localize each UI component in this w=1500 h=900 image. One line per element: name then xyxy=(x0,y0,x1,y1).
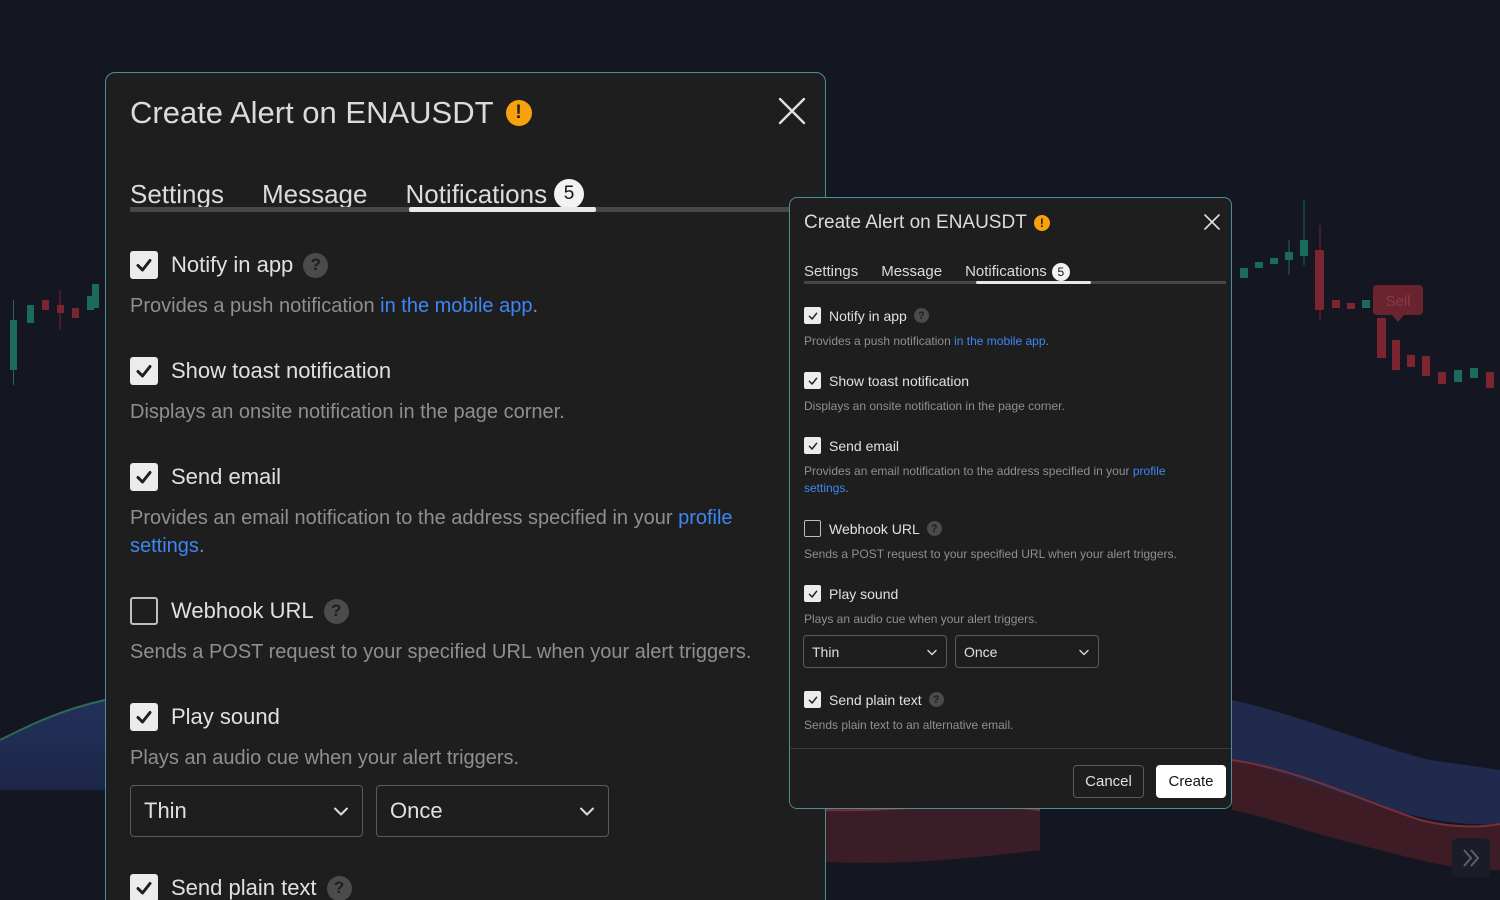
candles-left xyxy=(10,284,99,385)
create-button[interactable]: Create xyxy=(1156,765,1226,798)
notifications-count-badge: 5 xyxy=(554,179,585,209)
sound-type-select[interactable]: Thin xyxy=(130,785,363,837)
cancel-button[interactable]: Cancel xyxy=(1073,765,1144,798)
toast-checkbox[interactable] xyxy=(130,357,158,385)
create-alert-dialog-zoomed: Create Alert on ENAUSDT ! Settings Messa… xyxy=(105,72,826,900)
close-icon[interactable] xyxy=(776,95,808,127)
oscillator-area-left xyxy=(0,700,105,790)
dialog-title-text: Create Alert on ENAUSDT xyxy=(804,212,1027,233)
option-notify-in-app: Notify in app ? Provides a push notifica… xyxy=(804,307,1217,350)
toast-description: Displays an onsite notification in the p… xyxy=(130,401,565,423)
webhook-description: Sends a POST request to your specified U… xyxy=(130,641,752,663)
option-plain-text: Send plain text ? Sends plain text to an… xyxy=(804,691,1217,734)
plain-text-description: Sends plain text to an alternative email… xyxy=(804,718,1014,732)
mobile-app-link[interactable]: in the mobile app xyxy=(380,295,532,317)
candles-right xyxy=(1240,200,1494,388)
help-icon[interactable]: ? xyxy=(928,692,944,707)
chevron-down-icon xyxy=(334,807,348,816)
notify-in-app-description: Provides a push notification in the mobi… xyxy=(130,295,539,317)
help-icon[interactable]: ? xyxy=(926,521,942,536)
chevron-down-icon xyxy=(927,649,937,655)
notify-in-app-checkbox[interactable] xyxy=(804,307,821,324)
option-toast: Show toast notification Displays an onsi… xyxy=(130,357,825,426)
email-label[interactable]: Send email xyxy=(829,438,899,454)
toast-label[interactable]: Show toast notification xyxy=(829,373,969,389)
dialog-footer: Cancel Create xyxy=(790,748,1231,808)
warning-icon[interactable]: ! xyxy=(505,100,532,126)
plain-text-checkbox[interactable] xyxy=(804,691,821,708)
help-icon[interactable]: ? xyxy=(323,598,349,624)
notify-in-app-description: Provides a push notification in the mobi… xyxy=(804,334,1049,348)
sound-repeat-select[interactable]: Once xyxy=(955,635,1099,668)
help-icon[interactable]: ? xyxy=(913,308,929,323)
email-label[interactable]: Send email xyxy=(171,464,281,490)
dialog-title-text: Create Alert on ENAUSDT xyxy=(130,95,494,130)
webhook-label[interactable]: Webhook URL xyxy=(171,598,314,624)
plain-text-label[interactable]: Send plain text xyxy=(829,692,922,708)
sound-repeat-select[interactable]: Once xyxy=(376,785,609,837)
webhook-description: Sends a POST request to your specified U… xyxy=(804,547,1177,561)
option-email: Send email Provides an email notificatio… xyxy=(804,437,1207,497)
webhook-label[interactable]: Webhook URL xyxy=(829,521,920,537)
toast-checkbox[interactable] xyxy=(804,372,821,389)
dialog-title: Create Alert on ENAUSDT ! xyxy=(130,95,532,131)
sound-label[interactable]: Play sound xyxy=(829,586,898,602)
sound-description: Plays an audio cue when your alert trigg… xyxy=(130,747,520,769)
tab-bar: Settings Message Notifications 5 xyxy=(130,163,825,215)
dialog-title: Create Alert on ENAUSDT ! xyxy=(804,212,1050,234)
warning-icon[interactable]: ! xyxy=(1033,215,1050,231)
chevron-down-icon xyxy=(1079,649,1089,655)
option-sound: Play sound Plays an audio cue when your … xyxy=(130,703,825,772)
tab-bar: Settings Message Notifications 5 xyxy=(804,251,1226,285)
help-icon[interactable]: ? xyxy=(326,875,352,900)
scroll-right-icon[interactable] xyxy=(1452,838,1490,878)
active-tab-indicator xyxy=(976,281,1091,284)
chevron-down-icon xyxy=(580,807,594,816)
sound-type-select[interactable]: Thin xyxy=(803,635,947,668)
sound-label[interactable]: Play sound xyxy=(171,704,280,730)
toast-description: Displays an onsite notification in the p… xyxy=(804,399,1065,413)
active-tab-indicator xyxy=(409,207,596,212)
webhook-checkbox[interactable] xyxy=(804,520,821,537)
notify-in-app-label[interactable]: Notify in app xyxy=(829,308,907,324)
option-webhook: Webhook URL ? Sends a POST request to yo… xyxy=(130,597,825,666)
plain-text-label[interactable]: Send plain text xyxy=(171,875,317,900)
create-alert-dialog: Create Alert on ENAUSDT ! Settings Messa… xyxy=(789,197,1232,809)
plain-text-checkbox[interactable] xyxy=(130,874,158,900)
option-email: Send email Provides an email notificatio… xyxy=(130,463,785,560)
sell-marker: Sell xyxy=(1373,285,1423,322)
sell-marker-label: Sell xyxy=(1385,293,1410,310)
email-checkbox[interactable] xyxy=(130,463,158,491)
sound-checkbox[interactable] xyxy=(130,703,158,731)
email-description: Provides an email notification to the ad… xyxy=(130,507,733,557)
oscillator-area-right xyxy=(826,805,1040,863)
help-icon[interactable]: ? xyxy=(303,252,329,278)
close-icon[interactable] xyxy=(1202,212,1222,232)
notify-in-app-label[interactable]: Notify in app xyxy=(171,252,293,278)
mobile-app-link[interactable]: in the mobile app xyxy=(954,334,1045,348)
notify-in-app-checkbox[interactable] xyxy=(130,251,158,279)
webhook-checkbox[interactable] xyxy=(130,597,158,625)
sound-checkbox[interactable] xyxy=(804,585,821,602)
option-plain-text: Send plain text ? xyxy=(130,874,825,900)
option-notify-in-app: Notify in app ? Provides a push notifica… xyxy=(130,251,825,320)
email-description: Provides an email notification to the ad… xyxy=(804,464,1166,495)
email-checkbox[interactable] xyxy=(804,437,821,454)
notifications-count-badge: 5 xyxy=(1051,262,1070,281)
option-toast: Show toast notification Displays an onsi… xyxy=(804,372,1217,415)
toast-label[interactable]: Show toast notification xyxy=(171,358,391,384)
option-webhook: Webhook URL ? Sends a POST request to yo… xyxy=(804,520,1217,563)
option-sound: Play sound Plays an audio cue when your … xyxy=(804,585,1217,628)
sound-description: Plays an audio cue when your alert trigg… xyxy=(804,612,1038,626)
